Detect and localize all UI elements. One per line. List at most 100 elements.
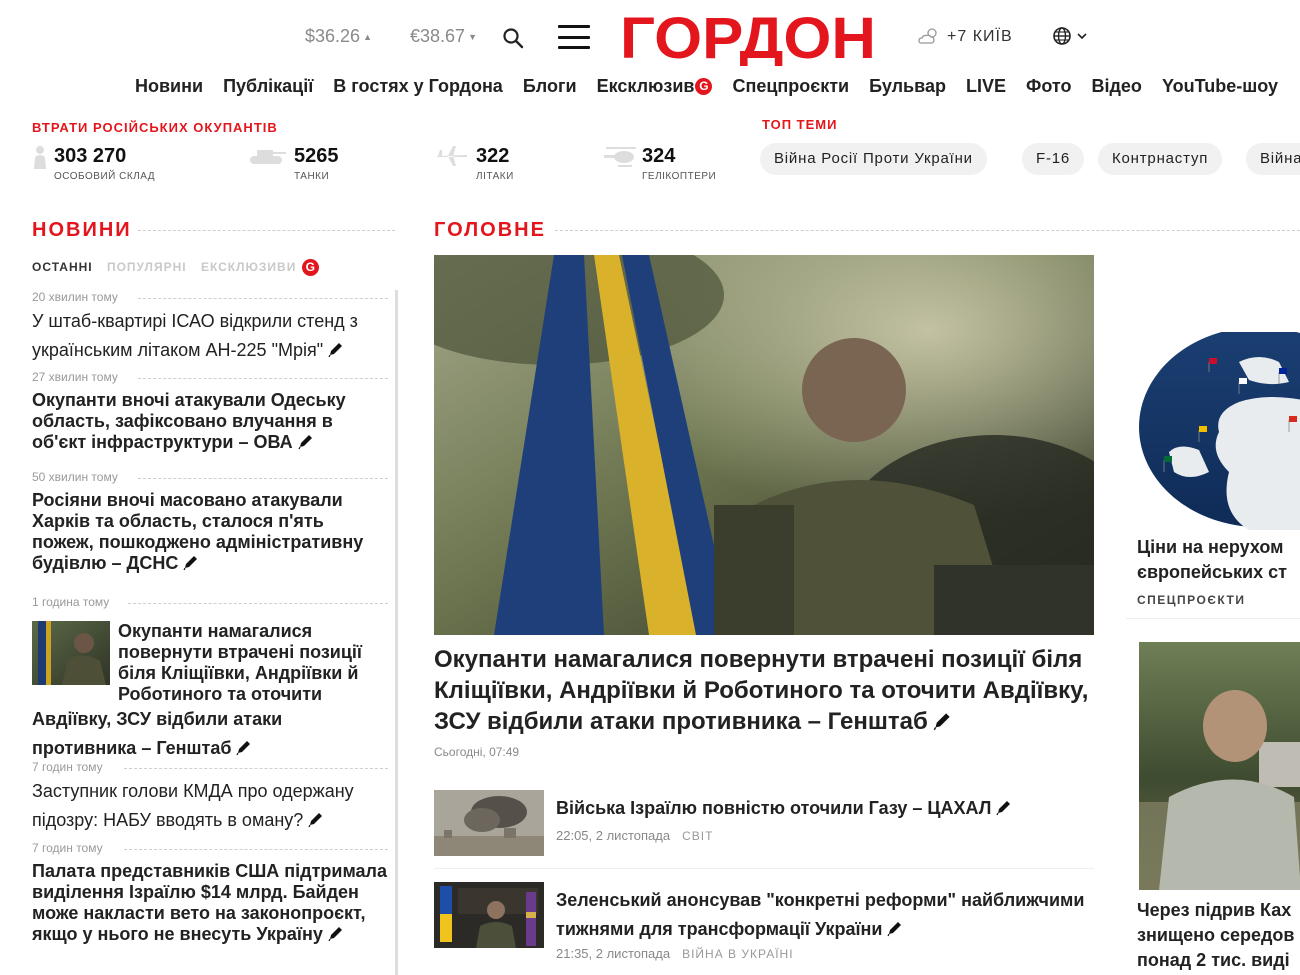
right-card-2-title-1[interactable]: Через підрив Ках [1137,898,1291,923]
news-item[interactable]: 1 година тому Окупанти намагалися поверн… [32,595,388,758]
news-time: 7 годин тому [32,841,388,855]
right-card-title-2[interactable]: європейських ст [1137,560,1287,585]
news-tabs: ОСТАННІ ПОПУЛЯРНІ ЕКСКЛЮЗИВИ G [32,259,329,276]
tab-exclusive[interactable]: ЕКСКЛЮЗИВИ G [200,259,320,276]
story-title[interactable]: Війська Ізраїлю повністю оточили Газу – … [556,794,1094,823]
news-item[interactable]: 50 хвилин тому Росіяни вночі масовано ат… [32,470,388,574]
language-selector[interactable] [1052,25,1092,47]
news-item[interactable]: 27 хвилин тому Окупанти вночі атакували … [32,370,388,453]
soldier-icon [34,146,46,169]
divider [434,868,1094,869]
news-thumbnail[interactable] [32,621,110,685]
news-section-title[interactable]: НОВИНИ [32,219,132,242]
news-title[interactable]: У штаб-квартирі ІСАО відкрили стенд з ук… [32,307,388,365]
nav-item-live[interactable]: LIVE [966,76,1006,96]
nav-item-blogs[interactable]: Блоги [523,76,577,96]
loss-planes-value: 322 [476,145,510,167]
news-title-part[interactable]: Окупанти намагалися повернути втрачені п… [118,621,388,705]
news-item[interactable]: 7 годин тому Палата представників США пі… [32,841,388,945]
menu-icon[interactable] [558,25,590,49]
globe-icon [1053,27,1071,45]
story-date: 22:05, 2 листопада [556,828,671,843]
loss-tanks[interactable]: 5265 ТАНКИ [248,145,339,182]
nav-item-news[interactable]: Новини [135,76,203,96]
usd-rate[interactable]: $36.26 ▲ [305,26,372,47]
hero-image[interactable] [434,255,1094,635]
rate-up-icon: ▲ [363,32,372,42]
main-section-title[interactable]: ГОЛОВНЕ [434,219,546,242]
news-item[interactable]: 7 годин тому Заступник голови КМДА про о… [32,760,388,835]
tab-exclusive-label: ЕКСКЛЮЗИВИ [200,260,297,274]
news-time: 20 хвилин тому [32,290,388,304]
search-icon[interactable] [502,27,524,49]
news-title[interactable]: Заступник голови КМДА про одержану підоз… [32,777,388,835]
tab-latest[interactable]: ОСТАННІ [32,260,93,274]
loss-tanks-value: 5265 [294,145,339,167]
pen-icon [996,801,1011,816]
news-item[interactable]: 20 хвилин тому У штаб-квартирі ІСАО відк… [32,290,388,365]
top-topics-title: ТОП ТЕМИ [762,117,838,132]
right-card-2-title-2[interactable]: знищено середов [1137,923,1294,948]
main-nav: Новини Публікації В гостях у Гордона Бло… [135,76,1293,97]
nav-item-video[interactable]: Відео [1092,76,1142,96]
story-title[interactable]: Зеленський анонсував "конкретні реформи"… [556,886,1094,944]
loss-helicopters[interactable]: 324 ГЕЛІКОПТЕРИ [604,145,716,182]
story-thumbnail[interactable] [434,882,544,948]
right-card-category[interactable]: СПЕЦПРОЄКТИ [1137,593,1245,607]
usd-rate-value: $36.26 [305,26,361,46]
news-title[interactable]: Росіяни вночі масовано атакували Харків … [32,490,388,574]
news-title[interactable]: Авдіївку, ЗСУ відбили атаки противника –… [32,705,388,763]
nav-item-guests[interactable]: В гостях у Гордона [333,76,503,96]
weather-temp: +7 [947,28,968,45]
right-card-2-title-3[interactable]: понад 2 тис. виді [1137,948,1290,973]
hero-date: Сьогодні, 07:49 [434,745,520,759]
divider [555,230,1300,231]
topic-pill-war-2[interactable]: Війна [1246,143,1300,175]
exclusive-badge-icon: G [695,78,713,95]
news-time: 50 хвилин тому [32,470,388,484]
loss-planes-label: ЛІТАКИ [476,171,514,182]
tab-popular[interactable]: ПОПУЛЯРНІ [107,260,187,274]
helicopter-icon [604,147,636,167]
loss-helicopters-label: ГЕЛІКОПТЕРИ [642,171,717,182]
hero-title[interactable]: Окупанти намагалися повернути втрачені п… [434,644,1094,737]
loss-tanks-label: ТАНКИ [294,171,330,182]
topic-pill-counteroffensive[interactable]: Контрнаступ [1098,143,1223,175]
news-title[interactable]: Палата представників США підтримала виді… [32,861,388,945]
right-card-image[interactable] [1126,332,1300,530]
loss-personnel[interactable]: 303 270 ОСОБОВИЙ СКЛАД [32,145,155,182]
svg-text:ГОРДОН: ГОРДОН [620,8,876,66]
story-item[interactable]: Зеленський анонсував "конкретні реформи"… [434,882,1094,972]
nav-item-youtube[interactable]: YouTube-шоу [1162,76,1278,96]
site-logo[interactable]: ГОРДОН [620,8,878,66]
pen-icon [298,435,312,450]
pen-icon [328,343,343,358]
right-card-title-1[interactable]: Ціни на нерухом [1137,535,1283,560]
story-category[interactable]: ВІЙНА В УКРАЇНІ [682,947,793,961]
topic-pill-war[interactable]: Війна Росії Проти України [760,143,987,175]
pen-icon [887,922,902,937]
right-card-image-2[interactable] [1126,642,1300,890]
story-item[interactable]: Війська Ізраїлю повністю оточили Газу – … [434,790,1094,870]
losses-title[interactable]: ВТРАТИ РОСІЙСЬКИХ ОКУПАНТІВ [32,120,278,135]
pen-icon [183,556,198,571]
story-category[interactable]: СВІТ [682,829,713,843]
eur-rate-value: €38.67 [410,26,466,46]
loss-planes[interactable]: 322 ЛІТАКИ [436,145,514,182]
topic-pill-f16[interactable]: F-16 [1022,143,1085,175]
nav-item-publications[interactable]: Публікації [223,76,313,96]
eur-rate[interactable]: €38.67 ▼ [410,26,477,47]
weather-icon [918,28,937,44]
tank-icon [250,150,286,164]
nav-item-specprojects[interactable]: Спецпроєкти [732,76,849,96]
story-meta: 21:35, 2 листопада ВІЙНА В УКРАЇНІ [556,946,794,961]
pen-icon [308,813,323,828]
news-time: 1 година тому [32,595,388,609]
nav-item-bulvar[interactable]: Бульвар [869,76,946,96]
weather-widget[interactable]: +7 КИЇВ [917,26,1013,46]
nav-item-photo[interactable]: Фото [1026,76,1071,96]
news-title[interactable]: Окупанти вночі атакували Одеську область… [32,390,388,453]
news-scrollbar[interactable] [395,290,398,975]
nav-item-exclusive[interactable]: Ексклюзив G [597,76,713,96]
story-thumbnail[interactable] [434,790,544,856]
